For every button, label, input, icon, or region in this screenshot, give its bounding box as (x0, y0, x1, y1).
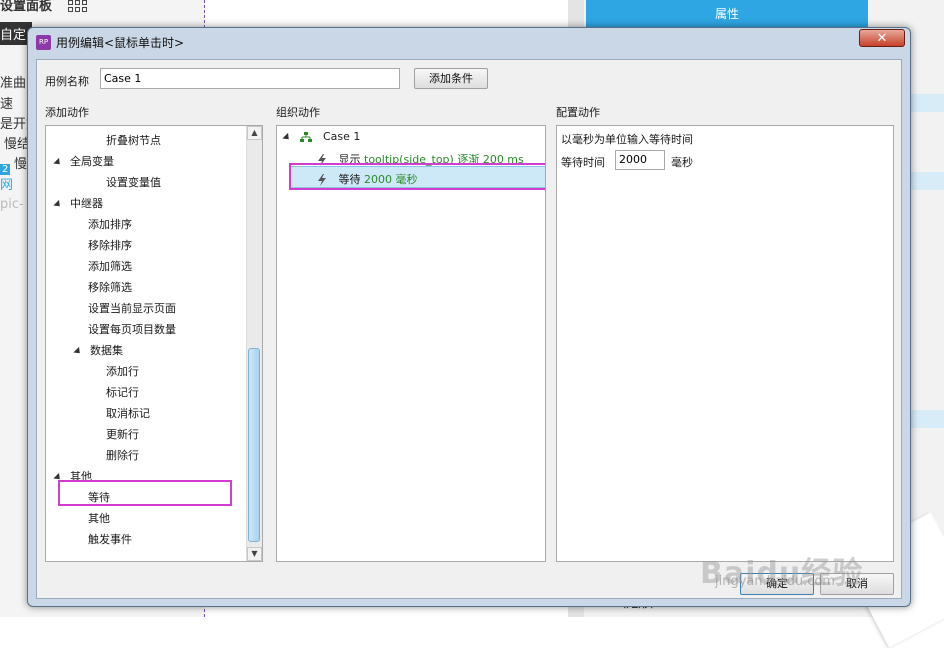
action-tree-item[interactable]: 设置变量值 (106, 174, 161, 190)
actions-tree-panel[interactable]: 折叠树节点全局变量设置变量值 中继器添加排序移除排序添加筛选移除筛选设置当前显示页… (45, 125, 263, 562)
action-tree-label: 设置当前显示页面 (88, 302, 176, 315)
action-tree-item[interactable]: 添加排序 (88, 216, 132, 232)
organize-action-heading: 组织动作 (276, 106, 320, 119)
organize-panel[interactable]: Case 1 显示 tooltip(side_top) 逐渐 200 ms 等待… (276, 125, 546, 562)
case-name-label: 用例名称 (45, 75, 89, 88)
action-tree-label: 删除行 (106, 449, 139, 462)
scroll-down-arrow[interactable]: ▼ (247, 547, 262, 561)
action-tree-item[interactable]: 删除行 (106, 447, 139, 463)
expand-icon (282, 132, 292, 142)
action-tree-item[interactable]: 取消标记 (106, 405, 150, 421)
action-tree-item[interactable]: 标记行 (106, 384, 139, 400)
action-tree-item[interactable]: 移除排序 (88, 237, 132, 253)
action-tree-item[interactable]: 折叠树节点 (106, 132, 161, 148)
close-button[interactable]: ✕ (859, 29, 905, 47)
action-tree-label: 移除筛选 (88, 281, 132, 294)
action-tree-label: 添加筛选 (88, 260, 132, 273)
bg-stripe (906, 410, 944, 428)
wait-time-label: 等待时间 (561, 156, 605, 169)
action-tree-item[interactable]: 添加行 (106, 363, 139, 379)
wait-time-unit: 毫秒 (671, 156, 693, 169)
action-tree-item[interactable]: 触发事件 (88, 531, 132, 547)
title-bar[interactable]: RP 用例编辑<鼠标单击时> ✕ (28, 28, 910, 54)
wait-time-input[interactable]: 2000 (615, 150, 665, 170)
action-tree-label: 取消标记 (106, 407, 150, 420)
action-tree-label: 全局变量 (70, 155, 114, 168)
action-tree-item[interactable]: 设置每页项目数量 (88, 321, 176, 337)
add-action-heading: 添加动作 (45, 106, 89, 119)
action-tree-item[interactable]: 中继器 (53, 195, 103, 211)
bg-text-4: 速 (0, 97, 14, 112)
expand-icon[interactable] (73, 346, 83, 356)
action-tree-label: 折叠树节点 (106, 134, 161, 147)
wait-action-highlight (58, 480, 232, 506)
add-condition-button[interactable]: 添加条件 (414, 68, 488, 89)
action-tree-item[interactable]: 移除筛选 (88, 279, 132, 295)
action-tree-label: 更新行 (106, 428, 139, 441)
expand-icon[interactable] (53, 157, 63, 167)
action-tree-label: 其他 (88, 512, 110, 525)
case-name-input[interactable]: Case 1 (100, 68, 400, 89)
case-editor-dialog: RP 用例编辑<鼠标单击时> ✕ 用例名称 Case 1 添加条件 添加动作 组… (27, 27, 911, 607)
expand-icon[interactable] (53, 199, 63, 209)
watermark-url: jingyan.baidu.com (715, 574, 835, 589)
scroll-thumb[interactable] (248, 348, 260, 542)
case-label: Case 1 (323, 130, 361, 143)
scroll-up-arrow[interactable]: ▲ (247, 126, 262, 140)
configure-panel: 以毫秒为单位输入等待时间 等待时间 2000 毫秒 (556, 125, 894, 562)
dialog-body: 用例名称 Case 1 添加条件 添加动作 组织动作 配置动作 折叠树节点全局变… (36, 59, 902, 599)
bg-stripe (906, 172, 944, 190)
app-icon: RP (36, 35, 51, 50)
bg-stripe (906, 94, 944, 112)
action-tree-item[interactable]: 添加筛选 (88, 258, 132, 274)
bg-text-7: 慢 (14, 157, 28, 172)
bg-text-9: pic- (0, 197, 24, 212)
action-tree-label: 移除排序 (88, 239, 132, 252)
action-tree-label: 添加行 (106, 365, 139, 378)
action-tree-item[interactable]: 设置当前显示页面 (88, 300, 176, 316)
action-tree-item[interactable]: 更新行 (106, 426, 139, 442)
action-tree-item[interactable]: 全局变量 (53, 153, 114, 169)
grid-icon (68, 0, 90, 14)
configure-instruction: 以毫秒为单位输入等待时间 (561, 133, 693, 146)
action-tree-item[interactable]: 其他 (88, 510, 110, 526)
action-tree-label: 设置变量值 (106, 176, 161, 189)
bg-text-1: 设置面板 (0, 0, 53, 14)
action-tree-label: 数据集 (90, 344, 123, 357)
properties-tab[interactable]: 属性 (586, 0, 868, 28)
case-tree-icon (299, 131, 312, 142)
bg-text-8: 网 (0, 178, 14, 193)
action-tree-label: 触发事件 (88, 533, 132, 546)
action-tree-label: 设置每页项目数量 (88, 323, 176, 336)
actions-scrollbar[interactable]: ▲ ▼ (246, 126, 262, 561)
action-tree-item[interactable]: 数据集 (73, 342, 123, 358)
dialog-title: 用例编辑<鼠标单击时> (56, 36, 185, 50)
case-node[interactable]: Case 1 (282, 130, 361, 143)
wait-action-highlight (289, 163, 545, 190)
bg-text-3: 准曲 (0, 76, 27, 91)
configure-action-heading: 配置动作 (556, 106, 600, 119)
action-tree-label: 添加排序 (88, 218, 132, 231)
action-tree-label: 标记行 (106, 386, 139, 399)
action-tree-label: 中继器 (70, 197, 103, 210)
